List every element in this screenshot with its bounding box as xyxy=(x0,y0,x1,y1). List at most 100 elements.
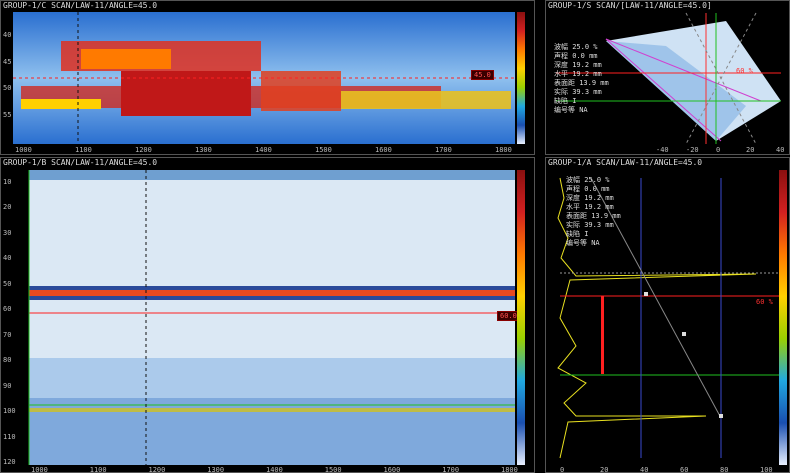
tick-label: 0 xyxy=(716,146,721,154)
tick-label: 100 xyxy=(3,407,16,416)
tick-label: 100 xyxy=(760,466,773,473)
readout-value: I xyxy=(572,97,577,105)
sscan-gate-value: 60 % xyxy=(736,67,753,75)
tick-label: -20 xyxy=(686,146,699,154)
readout-label: 深度 xyxy=(566,194,585,202)
cscan-cursor-tag: 45.0 xyxy=(471,70,494,80)
tick-label: 45 xyxy=(3,57,12,66)
tick-label: 55 xyxy=(3,111,12,119)
readout-label: 波幅 xyxy=(554,43,573,51)
tick-label: 80 xyxy=(720,466,729,473)
readout-row: 深度 19.2 mm xyxy=(554,61,609,70)
tick-label: 1800 xyxy=(501,466,518,473)
readout-value: 39.3 mm xyxy=(584,221,614,229)
readout-label: 实际 xyxy=(566,221,585,229)
tick-label: 1100 xyxy=(89,466,107,473)
tick-label: 30 xyxy=(3,228,12,237)
tick-label: 1200 xyxy=(148,466,166,473)
cscan-image xyxy=(13,12,515,144)
readout-label: 编号等 xyxy=(566,239,592,247)
readout-row: 缺陷 I xyxy=(566,230,621,239)
readout-row: 编号等 NA xyxy=(554,106,609,115)
tick-label: 0 xyxy=(560,466,565,473)
tick-label: 1700 xyxy=(442,466,460,473)
readout-row: 缺陷 I xyxy=(554,97,609,106)
readout-row: 水平 19.2 mm xyxy=(566,203,621,212)
readout-row: 深度 19.2 mm xyxy=(566,194,621,203)
readout-row: 表面距 13.9 mm xyxy=(554,79,609,88)
readout-value: 13.9 mm xyxy=(579,79,609,87)
tick-label: 10 xyxy=(3,178,12,186)
ascan-readout: 波幅 25.0 % 声程 0.0 mm 深度 19.2 mm 水平 19.2 mm 表面… xyxy=(566,176,621,248)
readout-row: 波幅 25.0 % xyxy=(554,43,609,52)
readout-value: 13.9 mm xyxy=(591,212,621,220)
bscan-image xyxy=(28,170,515,465)
tick-label: 50 xyxy=(3,84,12,93)
cscan-colorbar xyxy=(517,12,525,144)
tick-label: 1800 xyxy=(495,146,512,154)
readout-row: 声程 0.0 mm xyxy=(566,185,621,194)
cscan-panel[interactable]: GROUP-1/C SCAN/LAW-11/ANGLE=45.0 45.0 40… xyxy=(0,0,535,155)
readout-label: 声程 xyxy=(554,52,573,60)
readout-row: 波幅 25.0 % xyxy=(566,176,621,185)
readout-row: 实际 39.3 mm xyxy=(554,88,609,97)
sscan-readout: 波幅 25.0 % 声程 0.0 mm 深度 19.2 mm 水平 19.2 mm 表面… xyxy=(554,43,609,115)
readout-row: 声程 0.0 mm xyxy=(554,52,609,61)
tick-label: 1400 xyxy=(266,466,283,473)
tick-label: 1500 xyxy=(315,146,332,154)
readout-label: 编号等 xyxy=(554,106,580,114)
tick-label: 70 xyxy=(3,330,12,339)
tick-label: 1600 xyxy=(383,466,401,473)
readout-value: NA xyxy=(579,106,588,114)
readout-label: 波幅 xyxy=(566,176,585,184)
readout-value: 19.2 mm xyxy=(572,61,602,69)
tick-label: 40 xyxy=(640,466,649,473)
tick-label: 80 xyxy=(3,356,12,365)
readout-value: 19.2 mm xyxy=(584,203,614,211)
tick-label: 1400 xyxy=(255,146,272,154)
readout-value: 19.2 mm xyxy=(584,194,614,202)
ascan-panel[interactable]: GROUP-1/A SCAN/LAW-11/ANGLE=45.0 60 % 波幅… xyxy=(545,157,790,473)
readout-value: 25.0 % xyxy=(572,43,598,51)
readout-label: 缺陷 xyxy=(566,230,585,238)
readout-label: 深度 xyxy=(554,61,573,69)
readout-row: 编号等 NA xyxy=(566,239,621,248)
tick-label: 120 xyxy=(3,458,16,466)
bscan-colorbar xyxy=(517,170,525,465)
tick-label: 20 xyxy=(3,203,12,212)
sscan-panel[interactable]: GROUP-1/S SCAN/[LAW-11/ANGLE=45.0] 60 % … xyxy=(545,0,790,155)
readout-label: 水平 xyxy=(554,70,573,78)
readout-value: 0.0 mm xyxy=(584,185,610,193)
readout-row: 实际 39.3 mm xyxy=(566,221,621,230)
tick-label: -40 xyxy=(656,146,669,154)
readout-label: 缺陷 xyxy=(554,97,573,105)
tick-label: 1300 xyxy=(195,146,212,154)
bscan-panel[interactable]: GROUP-1/B SCAN/LAW-11/ANGLE=45.0 60.0 10… xyxy=(0,157,535,473)
readout-value: 0.0 mm xyxy=(572,52,598,60)
readout-value: 39.3 mm xyxy=(572,88,602,96)
tick-label: 40 xyxy=(3,254,12,263)
ascan-colorbar xyxy=(779,170,787,465)
ascan-gate-value: 60 % xyxy=(756,298,773,306)
readout-value: 25.0 % xyxy=(584,176,610,184)
readout-label: 实际 xyxy=(554,88,573,96)
tick-label: 1600 xyxy=(375,146,392,154)
readout-label: 水平 xyxy=(566,203,585,211)
tick-label: 90 xyxy=(3,381,12,390)
readout-value: NA xyxy=(591,239,600,247)
tick-label: 1300 xyxy=(207,466,225,473)
readout-row: 表面距 13.9 mm xyxy=(566,212,621,221)
tick-label: 20 xyxy=(600,466,609,473)
tick-label: 110 xyxy=(3,432,16,441)
readout-label: 声程 xyxy=(566,185,585,193)
tick-label: 40 xyxy=(776,146,785,154)
readout-label: 表面距 xyxy=(554,79,580,87)
tick-label: 50 xyxy=(3,279,12,288)
tick-label: 1000 xyxy=(15,146,32,154)
tick-label: 1100 xyxy=(75,146,92,154)
readout-label: 表面距 xyxy=(566,212,592,220)
tick-label: 20 xyxy=(746,146,755,154)
tick-label: 60 xyxy=(680,466,689,473)
tick-label: 1700 xyxy=(435,146,452,154)
tick-label: 1200 xyxy=(135,146,152,154)
